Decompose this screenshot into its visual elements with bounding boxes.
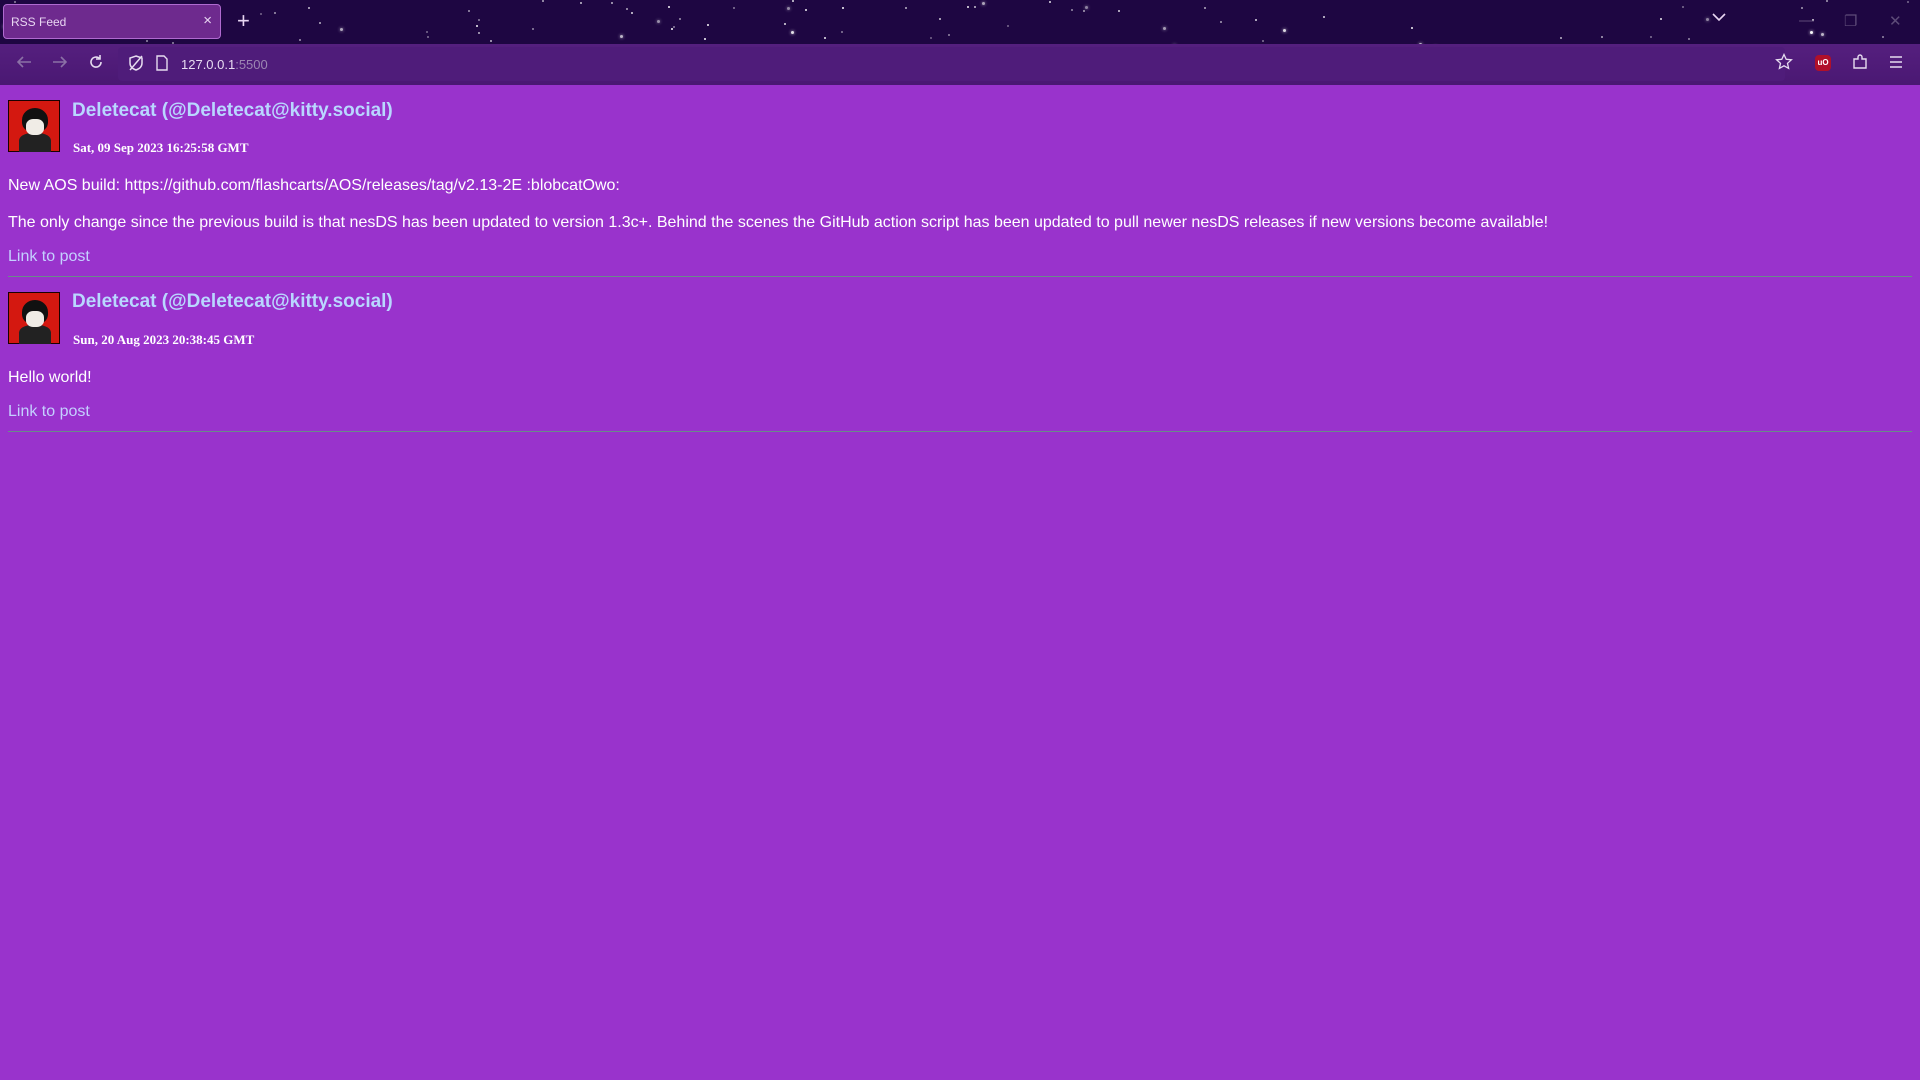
forward-arrow-icon[interactable] (51, 53, 69, 75)
ublock-extension-icon[interactable]: uO (1815, 55, 1831, 71)
tracking-protection-icon[interactable] (127, 54, 145, 76)
author-link[interactable]: Deletecat (@Deletecat@kitty.social) (72, 291, 393, 313)
post-divider (8, 276, 1912, 277)
navigation-toolbar: 127.0.0.1:5500 uO (0, 44, 1920, 85)
url-text[interactable]: 127.0.0.1:5500 (181, 57, 268, 72)
author-link[interactable]: Deletecat (@Deletecat@kitty.social) (72, 100, 393, 122)
window-close-icon[interactable]: ✕ (1889, 12, 1902, 30)
avatar (8, 292, 60, 344)
post-date: Sun, 20 Aug 2023 20:38:45 GMT (73, 332, 255, 347)
close-icon[interactable]: × (203, 12, 212, 30)
post-paragraph: Hello world! (8, 369, 92, 386)
address-bar[interactable] (118, 47, 1785, 81)
star-bookmark-icon[interactable] (1775, 52, 1793, 75)
restore-icon[interactable]: ❐ (1844, 12, 1857, 30)
hamburger-menu-icon[interactable] (1887, 53, 1905, 75)
reload-icon[interactable] (87, 53, 105, 75)
link-to-post[interactable]: Link to post (8, 248, 90, 266)
post-divider (8, 431, 1912, 432)
chevron-down-icon[interactable] (1711, 10, 1727, 28)
browser-chrome: RSS Feed × + — ❐ ✕ 127.0.0.1:5500 uO (0, 0, 1920, 85)
minimize-icon[interactable]: — (1799, 12, 1814, 29)
post-paragraph: The only change since the previous build… (8, 214, 1549, 231)
link-to-post[interactable]: Link to post (8, 403, 90, 421)
avatar (8, 100, 60, 152)
page-info-icon[interactable] (155, 54, 169, 76)
tab-rss-feed[interactable]: RSS Feed × (3, 4, 221, 39)
tab-bar: RSS Feed × + — ❐ ✕ (0, 0, 1920, 44)
tab-title: RSS Feed (11, 15, 67, 29)
new-tab-button[interactable]: + (237, 8, 250, 34)
rss-feed-page: Deletecat (@Deletecat@kitty.social) Sat,… (0, 85, 1920, 1080)
post-paragraph: New AOS build: https://github.com/flashc… (8, 177, 620, 194)
back-arrow-icon[interactable] (15, 53, 33, 75)
post-date: Sat, 09 Sep 2023 16:25:58 GMT (73, 140, 249, 155)
extensions-puzzle-icon[interactable] (1851, 53, 1869, 75)
